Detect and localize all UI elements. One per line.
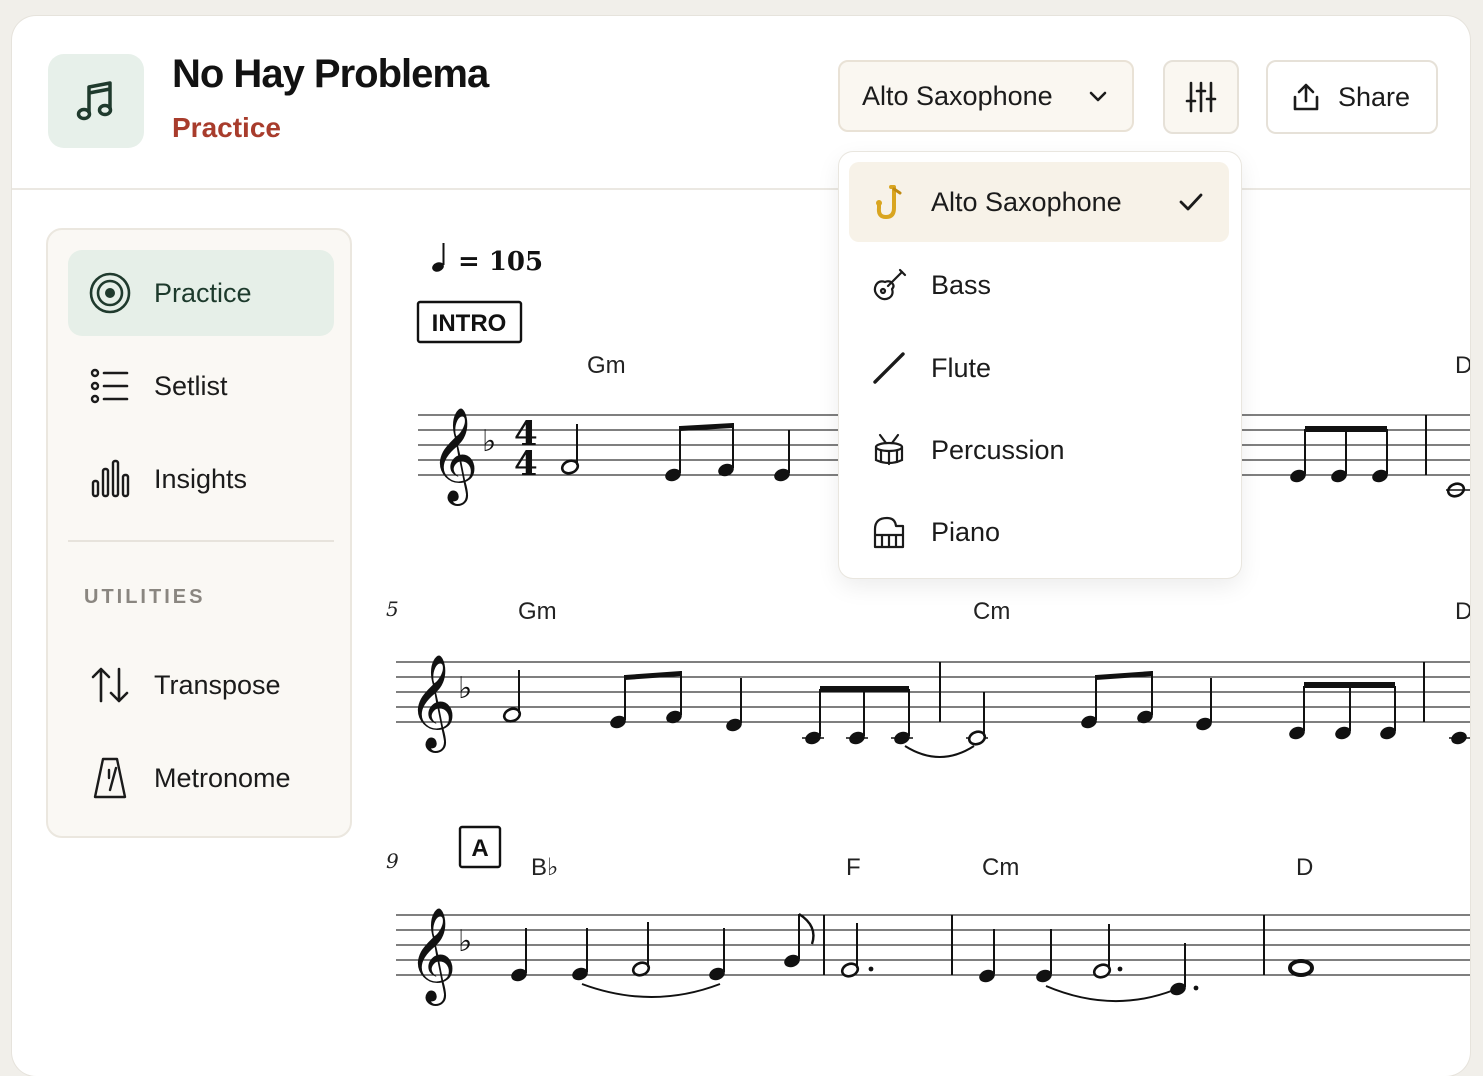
app-window: No Hay Problema Practice Alto Saxophone … [12, 16, 1470, 1076]
flat-key-signature: ♭ [458, 924, 472, 959]
chord-symbol: Gm [587, 352, 626, 379]
drum-icon [869, 430, 909, 470]
flat-key-signature: ♭ [482, 424, 496, 459]
notes [502, 662, 1470, 758]
chord-symbol: D [1455, 598, 1470, 625]
menu-item-percussion[interactable]: Percussion [849, 410, 1229, 490]
tempo-value: = 105 [458, 247, 543, 277]
sheet-music: = 105 INTRO 𝄞 ♭ 4 4 Gm D 5 𝄞 ♭ Gm Cm D 9… [386, 243, 1470, 1006]
measure-number: 9 [386, 849, 399, 873]
flat-key-signature: ♭ [458, 671, 472, 706]
saxophone-icon [869, 182, 909, 222]
chord-symbol: Cm [973, 598, 1010, 625]
piano-icon [869, 512, 909, 552]
time-signature-bottom: 4 [514, 444, 538, 484]
tempo-marking: = 105 [432, 243, 543, 277]
notes [511, 912, 1314, 1002]
menu-item-piano[interactable]: Piano [849, 492, 1229, 572]
chord-symbol: F [846, 854, 861, 881]
menu-item-flute[interactable]: Flute [849, 328, 1229, 408]
menu-item-label: Percussion [931, 434, 1065, 465]
instrument-dropdown-menu: Alto Saxophone Bass Flute Percussion Pia… [839, 152, 1241, 578]
menu-item-label: Bass [931, 269, 992, 300]
rehearsal-label: A [471, 835, 488, 862]
measure-number: 5 [386, 597, 399, 621]
intro-marker: INTRO [416, 300, 523, 344]
guitar-icon [869, 265, 909, 305]
chord-symbol: B♭ [531, 854, 558, 881]
menu-item-label: Piano [931, 516, 1001, 547]
treble-clef: 𝄞 [408, 907, 456, 1006]
chord-symbol: Cm [982, 854, 1019, 881]
menu-item-alto-saxophone[interactable]: Alto Saxophone [849, 162, 1229, 242]
checkmark-icon [1179, 193, 1203, 211]
treble-clef: 𝄞 [430, 407, 478, 506]
staff-system-2: 5 𝄞 ♭ Gm Cm D [386, 597, 1470, 758]
menu-item-bass[interactable]: Bass [849, 245, 1229, 325]
chord-symbol: Gm [518, 598, 557, 625]
staff-system-3: 9 A 𝄞 ♭ B♭ F Cm D [386, 825, 1470, 1006]
chord-symbol: D [1455, 352, 1470, 379]
treble-clef: 𝄞 [408, 654, 456, 753]
menu-item-label: Flute [931, 352, 992, 383]
menu-item-label: Alto Saxophone [931, 186, 1122, 217]
intro-label: INTRO [432, 310, 507, 337]
flute-icon [869, 348, 909, 388]
rehearsal-mark-a: A [458, 825, 502, 869]
chord-symbol: D [1296, 854, 1313, 881]
